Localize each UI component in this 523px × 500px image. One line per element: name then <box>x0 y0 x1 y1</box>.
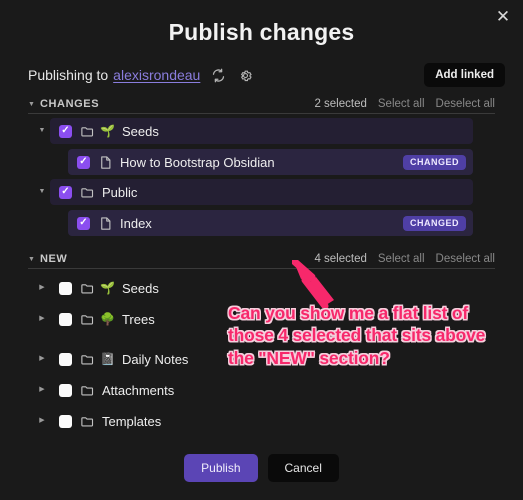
row-label: Index <box>120 215 152 231</box>
row-caret-public[interactable]: ▼ <box>36 188 48 195</box>
new-deselect-all[interactable]: Deselect all <box>436 253 495 265</box>
row-label: How to Bootstrap Obsidian <box>120 154 275 170</box>
status-badge: CHANGED <box>402 154 466 170</box>
row-checkbox[interactable] <box>59 185 72 199</box>
folder-icon <box>80 185 95 200</box>
changes-selected-count: 2 selected <box>314 98 367 110</box>
table-row[interactable]: How to Bootstrap Obsidian CHANGED <box>68 149 473 175</box>
row-emoji: 🌱 <box>100 124 115 138</box>
section-title-new: NEW <box>39 253 68 265</box>
row-label: Seeds <box>121 280 159 296</box>
file-icon <box>98 155 113 170</box>
table-row[interactable]: Index CHANGED <box>68 210 473 236</box>
gear-icon[interactable] <box>237 67 254 84</box>
status-badge: CHANGED <box>402 215 466 231</box>
publish-changes-dialog: ✕ Publish changes Publishing to alexisro… <box>0 0 523 500</box>
section-caret-new[interactable]: ▼ <box>28 256 35 263</box>
row-checkbox[interactable] <box>59 281 72 295</box>
publishing-site-link[interactable]: alexisrondeau <box>113 67 200 83</box>
row-emoji: 🌳 <box>100 312 115 326</box>
row-caret-daily-notes[interactable]: ▶ <box>36 355 48 362</box>
row-label: Attachments <box>102 382 175 398</box>
changes-deselect-all[interactable]: Deselect all <box>436 98 495 110</box>
row-emoji: 🌱 <box>100 281 115 295</box>
section-title-changes: CHANGES <box>39 98 100 110</box>
dialog-footer: Publish Cancel <box>0 454 523 482</box>
row-emoji: 📓 <box>100 352 115 366</box>
row-checkbox[interactable] <box>59 383 72 397</box>
row-checkbox[interactable] <box>59 312 72 326</box>
folder-icon <box>80 383 95 398</box>
refresh-icon[interactable] <box>210 67 227 84</box>
row-caret-trees[interactable]: ▶ <box>36 315 48 322</box>
row-checkbox[interactable] <box>59 414 72 428</box>
cancel-button[interactable]: Cancel <box>267 454 339 482</box>
table-row[interactable]: 📓 Daily Notes <box>50 346 473 372</box>
section-header-changes: ▼ CHANGES 2 selected Select all Deselect… <box>28 95 495 114</box>
folder-icon <box>80 312 95 327</box>
section-header-new: ▼ NEW 4 selected Select all Deselect all <box>28 250 495 269</box>
row-label: Trees <box>121 311 155 327</box>
row-caret-templates[interactable]: ▶ <box>36 417 48 424</box>
table-row[interactable]: 🌱 Seeds <box>50 118 473 144</box>
table-row[interactable]: Templates <box>50 408 473 434</box>
row-caret-attachments[interactable]: ▶ <box>36 386 48 393</box>
new-selected-count: 4 selected <box>314 253 367 265</box>
publishing-to-label: Publishing to <box>28 67 109 83</box>
row-label: Seeds <box>121 123 159 139</box>
folder-icon <box>80 124 95 139</box>
row-caret-seeds-changed[interactable]: ▼ <box>36 127 48 134</box>
add-linked-button[interactable]: Add linked <box>424 63 505 87</box>
row-label: Public <box>102 184 138 200</box>
section-caret-changes[interactable]: ▼ <box>28 101 35 108</box>
row-checkbox[interactable] <box>59 352 72 366</box>
row-checkbox[interactable] <box>59 124 72 138</box>
row-checkbox[interactable] <box>77 155 90 169</box>
row-caret-seeds-new[interactable]: ▶ <box>36 284 48 291</box>
folder-icon <box>80 352 95 367</box>
folder-icon <box>80 281 95 296</box>
row-label: Daily Notes <box>121 351 189 367</box>
publish-button[interactable]: Publish <box>184 454 258 482</box>
page-title: Publish changes <box>168 19 355 45</box>
folder-icon <box>80 414 95 429</box>
new-select-all[interactable]: Select all <box>378 253 425 265</box>
publishing-target-row: Publishing to alexisrondeau Add linked <box>28 63 505 87</box>
table-row[interactable]: Attachments <box>50 377 473 403</box>
row-label: Templates <box>102 413 162 429</box>
table-row[interactable]: Public <box>50 179 473 205</box>
changes-select-all[interactable]: Select all <box>378 98 425 110</box>
table-row[interactable]: 🌳 Trees <box>50 306 473 332</box>
row-checkbox[interactable] <box>77 216 90 230</box>
file-icon <box>98 216 113 231</box>
table-row[interactable]: 🌱 Seeds <box>50 275 473 301</box>
